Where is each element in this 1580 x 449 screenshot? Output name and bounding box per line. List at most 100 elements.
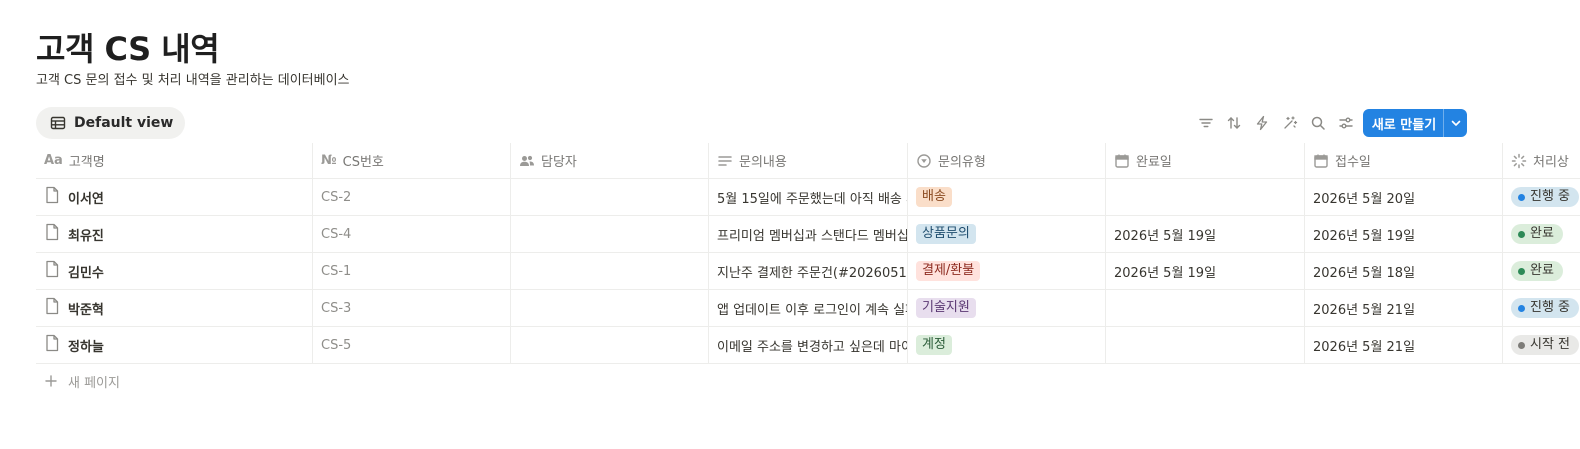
- cs-id: CS-1: [321, 263, 352, 279]
- cell-inquiry-content[interactable]: 프리미엄 멤버십과 스탠다드 멤버십: [709, 216, 908, 252]
- database-page: 고객 CS 내역 고객 CS 문의 접수 및 처리 내역을 관리하는 데이터베이…: [0, 0, 1580, 449]
- cell-done-date[interactable]: [1106, 327, 1305, 363]
- cell-owner[interactable]: [511, 290, 709, 326]
- table-row[interactable]: 정하늘 CS-5 이메일 주소를 변경하고 싶은데 마이 계정 2026년 5월 21일…: [36, 327, 1580, 364]
- cell-received-date[interactable]: 2026년 5월 19일: [1305, 216, 1503, 252]
- inquiry-content: 프리미엄 멤버십과 스탠다드 멤버십: [717, 228, 908, 244]
- table-row[interactable]: 이서연 CS-2 5월 15일에 주문했는데 아직 배송 시 배송 2026년 5월 2…: [36, 179, 1580, 216]
- status-dot: [1518, 304, 1525, 312]
- inquiry-type-tag: 배송: [916, 187, 952, 207]
- received-date: 2026년 5월 20일: [1313, 191, 1416, 207]
- cell-owner[interactable]: [511, 327, 709, 363]
- page-icon: [44, 297, 60, 319]
- database-table: Aa 고객명 № CS번호 담당자 문의내용 문의유형 완료일 접수일 처리상 …: [36, 143, 1580, 364]
- cell-owner[interactable]: [511, 216, 709, 252]
- cell-received-date[interactable]: 2026년 5월 18일: [1305, 253, 1503, 289]
- cell-received-date[interactable]: 2026년 5월 20일: [1305, 179, 1503, 215]
- cell-customer-name[interactable]: 정하늘: [36, 327, 313, 363]
- cell-cs-id[interactable]: CS-4: [313, 216, 511, 252]
- column-header-name[interactable]: Aa 고객명: [36, 143, 313, 178]
- cell-inquiry-content[interactable]: 앱 업데이트 이후 로그인이 계속 실패: [709, 290, 908, 326]
- new-page-button[interactable]: 새로 만들기: [1363, 109, 1443, 137]
- cell-received-date[interactable]: 2026년 5월 21일: [1305, 327, 1503, 363]
- new-button-group: 새로 만들기: [1363, 109, 1467, 137]
- customer-name: 이서연: [68, 191, 104, 207]
- column-header-type[interactable]: 문의유형: [908, 143, 1106, 178]
- ai-autofill-button[interactable]: [1276, 109, 1304, 137]
- cell-customer-name[interactable]: 이서연: [36, 179, 313, 215]
- cell-cs-id[interactable]: CS-3: [313, 290, 511, 326]
- cell-inquiry-type[interactable]: 계정: [908, 327, 1106, 363]
- cell-inquiry-type[interactable]: 결제/환불: [908, 253, 1106, 289]
- column-header-received-date[interactable]: 접수일: [1305, 143, 1503, 178]
- cell-inquiry-type[interactable]: 기술지원: [908, 290, 1106, 326]
- calendar-icon: [1314, 154, 1328, 168]
- inquiry-content: 이메일 주소를 변경하고 싶은데 마이: [717, 339, 908, 355]
- cell-customer-name[interactable]: 김민수: [36, 253, 313, 289]
- plus-icon: [45, 375, 57, 387]
- cell-done-date[interactable]: 2026년 5월 19일: [1106, 253, 1305, 289]
- sort-icon: [1227, 117, 1241, 129]
- inquiry-type-tag: 기술지원: [916, 298, 976, 318]
- column-header-id[interactable]: № CS번호: [313, 143, 511, 178]
- add-new-page-row[interactable]: 새 페이지: [36, 366, 120, 396]
- column-label: 담당자: [541, 155, 577, 170]
- cell-status[interactable]: 진행 중: [1503, 179, 1580, 215]
- cell-received-date[interactable]: 2026년 5월 21일: [1305, 290, 1503, 326]
- filter-button[interactable]: [1192, 109, 1220, 137]
- cs-id: CS-3: [321, 300, 352, 316]
- status-label: 진행 중: [1530, 300, 1571, 315]
- cell-inquiry-type[interactable]: 배송: [908, 179, 1106, 215]
- inquiry-content: 앱 업데이트 이후 로그인이 계속 실패: [717, 302, 908, 318]
- new-template-dropdown[interactable]: [1443, 109, 1467, 137]
- page-icon: [44, 260, 60, 282]
- column-label: 고객명: [68, 155, 105, 170]
- cell-status[interactable]: 시작 전: [1503, 327, 1580, 363]
- search-button[interactable]: [1304, 109, 1332, 137]
- table-row[interactable]: 박준혁 CS-3 앱 업데이트 이후 로그인이 계속 실패 기술지원 2026년 5월 …: [36, 290, 1580, 327]
- text-property-icon: Aa: [44, 153, 63, 168]
- cell-customer-name[interactable]: 최유진: [36, 216, 313, 252]
- cell-inquiry-content[interactable]: 지난주 결제한 주문건(#20260512: [709, 253, 908, 289]
- automation-icon: [1256, 115, 1268, 131]
- text-lines-icon: [718, 155, 732, 166]
- column-header-content[interactable]: 문의내용: [709, 143, 908, 178]
- cell-done-date[interactable]: [1106, 290, 1305, 326]
- cell-cs-id[interactable]: CS-2: [313, 179, 511, 215]
- column-label: 문의유형: [938, 155, 986, 170]
- cell-status[interactable]: 완료: [1503, 253, 1580, 289]
- settings-icon: [1339, 117, 1353, 129]
- table-row[interactable]: 김민수 CS-1 지난주 결제한 주문건(#20260512 결제/환불 2026년 5…: [36, 253, 1580, 290]
- view-tab-default[interactable]: Default view: [36, 107, 186, 139]
- cell-customer-name[interactable]: 박준혁: [36, 290, 313, 326]
- cell-owner[interactable]: [511, 253, 709, 289]
- cell-done-date[interactable]: 2026년 5월 19일: [1106, 216, 1305, 252]
- cell-done-date[interactable]: [1106, 179, 1305, 215]
- table-row[interactable]: 최유진 CS-4 프리미엄 멤버십과 스탠다드 멤버십 상품문의 2026년 5월 19…: [36, 216, 1580, 253]
- cell-status[interactable]: 진행 중: [1503, 290, 1580, 326]
- status-label: 완료: [1530, 263, 1554, 278]
- customer-name: 김민수: [68, 265, 104, 281]
- received-date: 2026년 5월 21일: [1313, 339, 1416, 355]
- cell-cs-id[interactable]: CS-5: [313, 327, 511, 363]
- cell-owner[interactable]: [511, 179, 709, 215]
- view-settings-button[interactable]: [1332, 109, 1360, 137]
- done-date: 2026년 5월 19일: [1114, 265, 1217, 281]
- select-icon: [917, 153, 931, 168]
- column-header-owner[interactable]: 담당자: [511, 143, 709, 178]
- status-badge: 진행 중: [1511, 187, 1580, 207]
- status-dot: [1518, 341, 1525, 349]
- column-header-done-date[interactable]: 완료일: [1106, 143, 1305, 178]
- automation-button[interactable]: [1248, 109, 1276, 137]
- column-label: 문의내용: [739, 155, 787, 170]
- cell-inquiry-type[interactable]: 상품문의: [908, 216, 1106, 252]
- cell-inquiry-content[interactable]: 이메일 주소를 변경하고 싶은데 마이: [709, 327, 908, 363]
- cell-inquiry-content[interactable]: 5월 15일에 주문했는데 아직 배송 시: [709, 179, 908, 215]
- status-badge: 완료: [1511, 224, 1563, 244]
- column-header-status[interactable]: 처리상: [1503, 143, 1580, 178]
- cell-cs-id[interactable]: CS-1: [313, 253, 511, 289]
- sort-button[interactable]: [1220, 109, 1248, 137]
- received-date: 2026년 5월 18일: [1313, 265, 1416, 281]
- customer-name: 최유진: [68, 228, 104, 244]
- cell-status[interactable]: 완료: [1503, 216, 1580, 252]
